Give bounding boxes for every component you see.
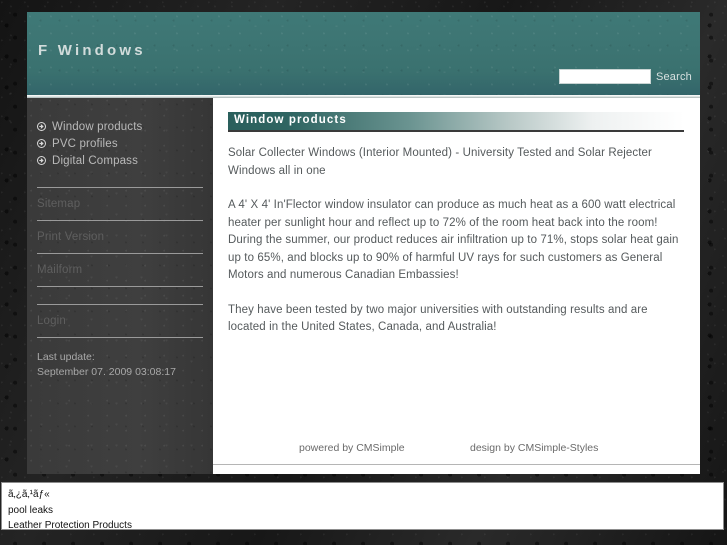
- sidebar-item-label: Digital Compass: [52, 154, 138, 167]
- sidebar: Window products PVC profiles Digital Com…: [27, 98, 213, 474]
- content-footer: powered by CMSimple design by CMSimple-S…: [213, 442, 700, 465]
- content-paragraph: They have been tested by two major unive…: [228, 303, 648, 334]
- search-input[interactable]: [558, 69, 651, 84]
- bottom-link-pool-leaks[interactable]: pool leaks: [8, 503, 723, 519]
- sidebar-item-mailform[interactable]: Mailform: [37, 254, 203, 286]
- circle-arrow-icon: [37, 139, 46, 148]
- search-button[interactable]: Search: [656, 71, 692, 83]
- sidebar-empty-section: [37, 287, 203, 304]
- circle-arrow-icon: [37, 156, 46, 165]
- page-title: Window products: [234, 114, 347, 126]
- last-update-value: September 07. 2009 03:08:17: [37, 366, 176, 378]
- circle-arrow-icon: [37, 122, 46, 131]
- sidebar-item-sitemap[interactable]: Sitemap: [37, 188, 203, 220]
- bottom-link-leather-protection[interactable]: Leather Protection Products: [8, 518, 723, 534]
- sidebar-item-label: PVC profiles: [52, 137, 118, 150]
- last-update-block: Last update: September 07. 2009 03:08:17: [37, 338, 203, 380]
- sidebar-item-login[interactable]: Login: [37, 305, 203, 337]
- page-title-bar: Window products: [228, 112, 684, 132]
- content-paragraph: Solar Collecter Windows (Interior Mounte…: [228, 147, 652, 177]
- bottom-link-panel: ã‚¿ã‚¹ãƒ« pool leaks Leather Protection …: [1, 482, 724, 531]
- main-content: Window products Solar Collecter Windows …: [213, 98, 700, 474]
- page-container: F Windows Search Window products PVC pro…: [27, 12, 700, 474]
- site-header: F Windows Search: [27, 12, 700, 95]
- sidebar-item-window-products[interactable]: Window products: [37, 118, 203, 135]
- sidebar-nav: Window products PVC profiles Digital Com…: [37, 98, 203, 169]
- sidebar-item-print-version[interactable]: Print Version: [37, 221, 203, 253]
- design-by-link[interactable]: design by CMSimple-Styles: [470, 442, 598, 454]
- content-row: Window products PVC profiles Digital Com…: [27, 98, 700, 474]
- site-title: F Windows: [38, 42, 146, 59]
- sidebar-item-label: Window products: [52, 120, 143, 133]
- powered-by-link[interactable]: powered by CMSimple: [299, 442, 405, 454]
- content-paragraph: A 4' X 4' In'Flector window insulator ca…: [228, 199, 679, 281]
- sidebar-item-pvc-profiles[interactable]: PVC profiles: [37, 135, 203, 152]
- sidebar-item-digital-compass[interactable]: Digital Compass: [37, 152, 203, 169]
- search-area: Search: [558, 69, 692, 84]
- last-update-label: Last update:: [37, 351, 95, 363]
- bottom-link-1[interactable]: ã‚¿ã‚¹ãƒ«: [8, 487, 723, 503]
